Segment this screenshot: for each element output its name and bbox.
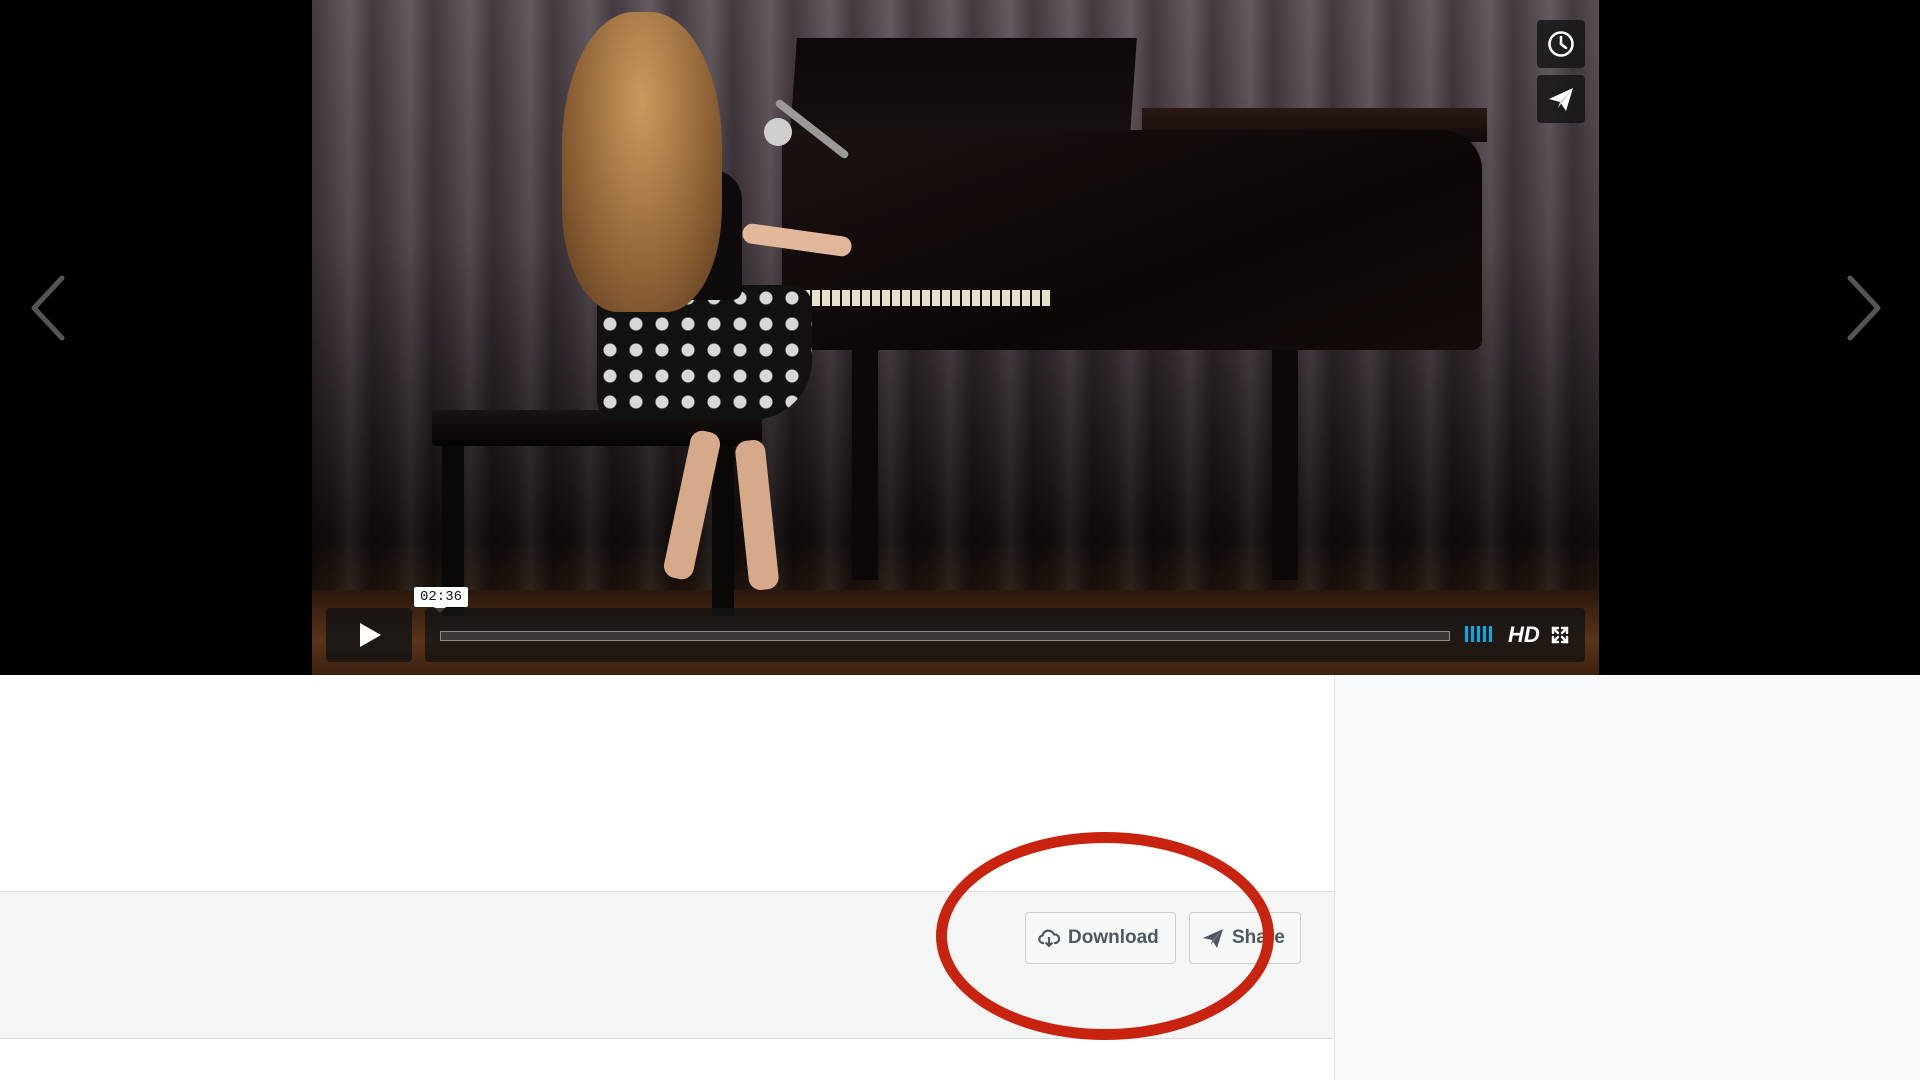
volume-bar bbox=[1465, 626, 1468, 642]
volume-control[interactable] bbox=[1465, 626, 1492, 642]
microphone-icon bbox=[764, 118, 792, 146]
piano-keys bbox=[782, 290, 1052, 306]
watch-later-button[interactable] bbox=[1537, 20, 1585, 68]
share-button[interactable]: Share bbox=[1189, 912, 1301, 964]
playhead-timestamp: 02:36 bbox=[414, 587, 469, 613]
sidebar bbox=[1334, 675, 1920, 1080]
clock-icon bbox=[1548, 31, 1574, 57]
play-button[interactable] bbox=[326, 608, 412, 662]
bench-leg bbox=[712, 446, 734, 616]
volume-bar bbox=[1489, 626, 1492, 642]
download-button[interactable]: Download bbox=[1025, 912, 1176, 964]
next-arrow-icon[interactable] bbox=[1838, 268, 1886, 348]
piano-leg bbox=[1272, 350, 1298, 580]
piano-body bbox=[782, 130, 1482, 350]
share-label: Share bbox=[1232, 927, 1285, 948]
volume-bar bbox=[1477, 626, 1480, 642]
fullscreen-icon[interactable] bbox=[1550, 625, 1570, 645]
progress-bar[interactable] bbox=[440, 631, 1450, 641]
download-label: Download bbox=[1068, 927, 1159, 948]
video-frame[interactable] bbox=[312, 0, 1599, 675]
play-icon bbox=[360, 623, 381, 647]
partially-visible-text bbox=[0, 1070, 300, 1080]
paper-plane-icon bbox=[1549, 88, 1573, 111]
hd-badge[interactable]: HD bbox=[1508, 622, 1540, 648]
video-player: 02:36 HD bbox=[0, 0, 1920, 675]
cloud-download-icon bbox=[1038, 929, 1060, 948]
volume-bar bbox=[1471, 626, 1474, 642]
control-bar: HD bbox=[425, 608, 1585, 662]
paper-plane-icon bbox=[1203, 929, 1223, 948]
volume-bar bbox=[1483, 626, 1486, 642]
piano-leg bbox=[852, 350, 878, 580]
share-video-button[interactable] bbox=[1537, 75, 1585, 123]
previous-arrow-icon[interactable] bbox=[26, 268, 74, 348]
pianist-hair bbox=[562, 12, 722, 312]
